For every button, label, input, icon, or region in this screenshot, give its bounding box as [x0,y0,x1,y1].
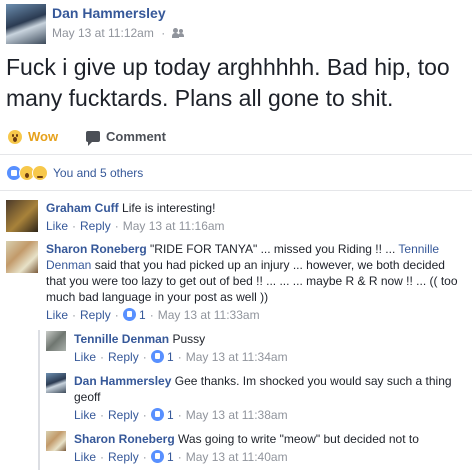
reactions-count-text[interactable]: You and 5 others [53,166,143,180]
comment-author[interactable]: Dan Hammersley [74,374,171,388]
comment-text-line: Dan Hammersley Gee thanks. Im shocked yo… [74,373,459,405]
like-link[interactable]: Like [46,308,68,322]
post-author-name[interactable]: Dan Hammersley [52,5,166,21]
avatar[interactable] [6,241,38,273]
comment-time[interactable]: May 13 at 11:34am [186,350,288,364]
comment-text-line: Sharon Roneberg "RIDE FOR TANYA" ... mis… [46,241,466,305]
meta-separator: · [161,26,166,40]
like-link[interactable]: Like [74,350,96,364]
reply-link[interactable]: Reply [80,308,111,322]
avatar[interactable] [6,200,38,232]
comment-text: Pussy [172,332,206,346]
like-link[interactable]: Like [46,219,68,233]
comment-meta: Like · Reply · 1 · May 13 at 11:38am [74,408,288,422]
comment-author[interactable]: Tennille Denman [74,332,169,346]
comment-text: said that you had picked up an injury ..… [46,258,458,304]
comment-button[interactable]: Comment [86,129,166,146]
post-action-bar: Wow Comment [0,125,472,151]
reply: Dan Hammersley Gee thanks. Im shocked yo… [46,373,466,427]
wow-icon [8,129,22,144]
post-meta: May 13 at 11:12am · [52,26,185,40]
author-avatar[interactable] [6,4,46,44]
reactions-summary[interactable]: You and 5 others [6,164,143,182]
comment-icon [86,131,100,146]
wow-label: Wow [28,129,59,144]
like-count-icon [122,308,136,321]
like-count-icon [150,408,164,421]
reply: Sharon Roneberg Was going to write "meow… [46,431,466,469]
reply-thread-line [38,330,40,470]
comment-time[interactable]: May 13 at 11:38am [186,408,288,422]
like-count[interactable]: 1 [167,350,174,364]
reply: Tennille Denman Pussy Like · Reply · 1 · May … [46,331,466,369]
comment-time[interactable]: May 13 at 11:40am [186,450,288,464]
friends-icon[interactable] [171,28,185,38]
reply-link[interactable]: Reply [108,350,139,364]
comment-author[interactable]: Graham Cuff [46,201,119,215]
post-timestamp[interactable]: May 13 at 11:12am [52,26,154,40]
like-count-icon [150,450,164,463]
comment: Sharon Roneberg "RIDE FOR TANYA" ... mis… [6,241,466,327]
like-count[interactable]: 1 [167,408,174,422]
like-link[interactable]: Like [74,450,96,464]
like-count[interactable]: 1 [139,308,146,322]
comment-time[interactable]: May 13 at 11:33am [158,308,260,322]
avatar[interactable] [46,331,66,351]
avatar[interactable] [46,431,66,451]
like-count[interactable]: 1 [167,450,174,464]
reply-link[interactable]: Reply [108,408,139,422]
comment-label: Comment [106,129,166,144]
comment-text-line: Tennille Denman Pussy [74,331,464,347]
comment-time[interactable]: May 13 at 11:16am [123,219,225,233]
divider [0,190,472,191]
comment-meta: Like · Reply · May 13 at 11:16am [46,219,225,233]
comment-text: Life is interesting! [122,201,216,215]
reply-link[interactable]: Reply [108,450,139,464]
like-count-icon [150,350,164,363]
comment-meta: Like · Reply · 1 · May 13 at 11:34am [74,350,288,364]
comment-meta: Like · Reply · 1 · May 13 at 11:40am [74,450,288,464]
wow-reaction-button[interactable]: Wow [8,129,58,144]
post-text: Fuck i give up today arghhhhh. Bad hip, … [6,54,450,111]
divider [0,154,472,155]
comment-author[interactable]: Sharon Roneberg [46,242,147,256]
comment-meta: Like · Reply · 1 · May 13 at 11:33am [46,308,260,322]
comment-text: Was going to write "meow" but decided no… [178,432,419,446]
avatar[interactable] [46,373,66,393]
sad-icon [32,165,48,181]
comment-author[interactable]: Sharon Roneberg [74,432,175,446]
comment-text-line: Graham Cuff Life is interesting! [46,200,466,216]
reply-link[interactable]: Reply [80,219,111,233]
post-header: Dan Hammersley May 13 at 11:12am · [0,0,472,48]
like-link[interactable]: Like [74,408,96,422]
comment-text-line: Sharon Roneberg Was going to write "meow… [74,431,464,447]
comment-text: "RIDE FOR TANYA" ... missed you Riding !… [150,242,399,256]
comment: Graham Cuff Life is interesting! Like · Re… [6,200,466,240]
